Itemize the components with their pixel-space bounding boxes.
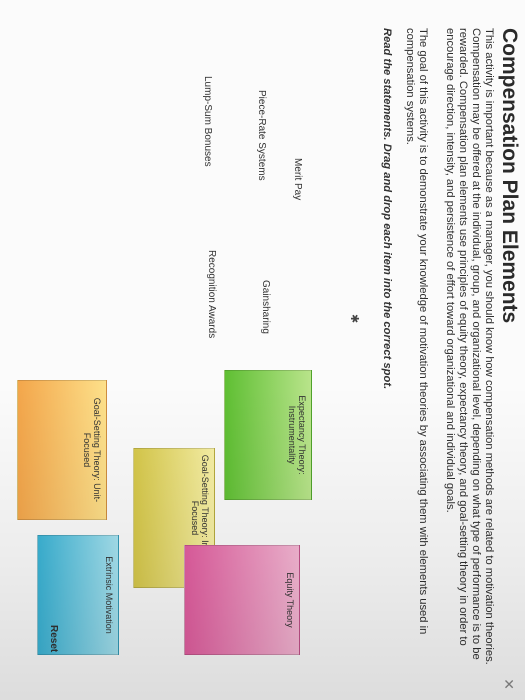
goal-paragraph: The goal of this activity is to demonstr… bbox=[404, 28, 429, 635]
close-icon[interactable]: ✕ bbox=[500, 678, 517, 690]
drag-item-recognition-awards[interactable]: Recognition Awards bbox=[206, 250, 217, 338]
drag-item-piece-rate[interactable]: Piece-Rate Systems bbox=[256, 90, 267, 181]
drag-item-gainsharing[interactable]: Gainsharing bbox=[260, 280, 271, 334]
drop-zone-expectancy[interactable]: Expectancy Theory: Instrumentality bbox=[224, 370, 312, 500]
activity-panel: Compensation Plan Elements ✕ This activi… bbox=[0, 0, 525, 700]
reset-button[interactable]: Reset bbox=[48, 625, 59, 652]
cursor-icon: ✱ bbox=[348, 314, 360, 324]
drag-item-lump-sum-bonuses[interactable]: Lump-Sum Bonuses bbox=[202, 76, 213, 167]
page-title: Compensation Plan Elements bbox=[498, 28, 521, 324]
instructions: Read the statements. Drag and drop each … bbox=[381, 28, 393, 390]
drag-item-merit-pay[interactable]: Merit Pay bbox=[292, 158, 303, 200]
intro-paragraph: This activity is important because as a … bbox=[444, 28, 495, 665]
drop-zone-goal-unit[interactable]: Goal-Setting Theory: Unit-Focused bbox=[17, 380, 107, 520]
drop-zone-equity[interactable]: Equity Theory bbox=[184, 545, 300, 655]
